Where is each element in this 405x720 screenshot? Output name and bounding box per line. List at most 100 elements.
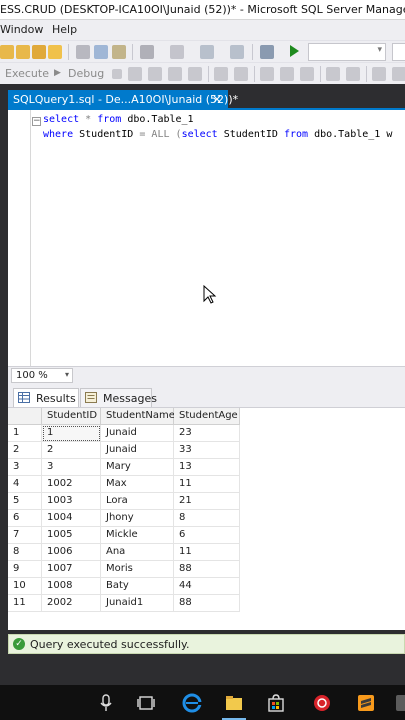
debug-button[interactable]: Debug	[68, 67, 104, 80]
open-file-icon[interactable]	[32, 45, 46, 59]
cell-studentid[interactable]: 1005	[42, 527, 101, 544]
intellisense-icon[interactable]	[188, 67, 202, 81]
new-query-icon[interactable]	[0, 45, 14, 59]
undo-icon[interactable]	[140, 45, 154, 59]
cell-studentname[interactable]: Ana	[101, 544, 174, 561]
cell-studentage[interactable]: 11	[174, 476, 240, 493]
cell-studentid[interactable]: 1004	[42, 510, 101, 527]
query-options-icon[interactable]	[168, 67, 182, 81]
parse-icon[interactable]	[128, 67, 142, 81]
results-grid[interactable]: StudentID StudentName StudentAge 1 1 Junai…	[8, 408, 405, 630]
column-header-studentname[interactable]: StudentName	[101, 408, 175, 425]
cell-studentname[interactable]: Max	[101, 476, 174, 493]
debug-play-icon[interactable]: ▶	[54, 68, 61, 78]
sublime-text-icon[interactable]	[356, 693, 376, 713]
standard-toolbar: ▾	[0, 40, 405, 62]
cell-studentname[interactable]: Moris	[101, 561, 174, 578]
menu-bar: Window Help	[0, 20, 405, 40]
stop-icon[interactable]	[112, 69, 122, 79]
uncomment-icon[interactable]	[346, 67, 360, 81]
results-to-grid-icon[interactable]	[234, 67, 248, 81]
cell-studentid[interactable]: 2	[42, 442, 101, 459]
navigate-back-icon[interactable]	[200, 45, 214, 59]
query-editor[interactable]: − select * from dbo.Table_1 where Studen…	[8, 110, 405, 366]
cell-studentname[interactable]: Junaid	[101, 425, 174, 442]
cell-studentname[interactable]: Junaid1	[101, 595, 174, 612]
cell-studentage[interactable]: 88	[174, 561, 240, 578]
cell-studentage[interactable]: 8	[174, 510, 240, 527]
tab-messages-label: Messages	[103, 392, 157, 405]
results-to-text-icon[interactable]	[214, 67, 228, 81]
tab-sqlquery1[interactable]: SQLQuery1.sql - De...A10OI\Junaid (52))*…	[8, 90, 238, 110]
task-view-icon[interactable]	[136, 693, 156, 713]
menu-window[interactable]: Window	[0, 23, 43, 36]
new-project-icon[interactable]	[16, 45, 30, 59]
include-plan-icon[interactable]	[260, 67, 274, 81]
row-number: 6	[8, 510, 42, 527]
column-header-studentid[interactable]: StudentID	[42, 408, 101, 425]
cell-studentage[interactable]: 88	[174, 595, 240, 612]
cell-studentid[interactable]: 1006	[42, 544, 101, 561]
app-overflow-icon[interactable]	[394, 693, 405, 713]
keyword-where: where	[43, 129, 74, 140]
microphone-icon[interactable]	[96, 693, 116, 713]
outdent-icon[interactable]	[392, 67, 405, 81]
cell-studentid[interactable]: 1003	[42, 493, 101, 510]
toolbar-separator	[208, 66, 209, 82]
cell-studentid[interactable]: 1002	[42, 476, 101, 493]
collapse-icon[interactable]: −	[32, 117, 41, 126]
edge-browser-icon[interactable]	[182, 693, 202, 713]
row-number: 2	[8, 442, 42, 459]
cell-studentid[interactable]: 1	[42, 425, 101, 442]
cell-studentage[interactable]: 21	[174, 493, 240, 510]
cell-studentage[interactable]: 33	[174, 442, 240, 459]
navigate-forward-icon[interactable]	[230, 45, 244, 59]
cell-studentid[interactable]: 2002	[42, 595, 101, 612]
redo-icon[interactable]	[170, 45, 184, 59]
windows-taskbar	[0, 685, 405, 720]
save-icon[interactable]	[48, 45, 62, 59]
copy-icon[interactable]	[94, 45, 108, 59]
cell-studentname[interactable]: Lora	[101, 493, 174, 510]
column-name: StudentID	[223, 129, 278, 140]
menu-help[interactable]: Help	[52, 23, 77, 36]
indent-icon[interactable]	[372, 67, 386, 81]
row-number: 8	[8, 544, 42, 561]
cell-studentname[interactable]: Baty	[101, 578, 174, 595]
close-icon[interactable]: ×	[212, 92, 222, 106]
column-header-studentage[interactable]: StudentAge	[174, 408, 240, 425]
solution-config-combo[interactable]: ▾	[308, 43, 386, 61]
debug-target-icon[interactable]	[260, 45, 274, 59]
cell-studentage[interactable]: 11	[174, 544, 240, 561]
keyword-from: from	[283, 129, 309, 140]
tab-results-label: Results	[36, 392, 76, 405]
zoom-combo[interactable]: 100 % ▾	[11, 368, 73, 383]
client-stats-icon[interactable]	[300, 67, 314, 81]
operator-star: *	[85, 114, 92, 125]
cell-studentage[interactable]: 13	[174, 459, 240, 476]
cell-studentid[interactable]: 1008	[42, 578, 101, 595]
cell-studentid[interactable]: 1007	[42, 561, 101, 578]
cell-studentname[interactable]: Junaid	[101, 442, 174, 459]
cell-studentname[interactable]: Mickle	[101, 527, 174, 544]
comment-icon[interactable]	[326, 67, 340, 81]
app-red-circle-icon[interactable]	[312, 693, 332, 713]
cell-studentname[interactable]: Mary	[101, 459, 174, 476]
cell-studentage[interactable]: 6	[174, 527, 240, 544]
cell-studentid[interactable]: 3	[42, 459, 101, 476]
start-icon[interactable]	[290, 45, 299, 57]
cell-studentage[interactable]: 44	[174, 578, 240, 595]
tab-messages[interactable]: Messages	[80, 388, 157, 407]
store-icon[interactable]	[266, 693, 286, 713]
tab-results[interactable]: Results	[13, 388, 79, 407]
estimated-plan-icon[interactable]	[148, 67, 162, 81]
execute-button[interactable]: Execute	[5, 67, 49, 80]
paste-icon[interactable]	[112, 45, 126, 59]
cut-icon[interactable]	[76, 45, 90, 59]
row-number: 7	[8, 527, 42, 544]
cell-studentage[interactable]: 23	[174, 425, 240, 442]
platform-combo[interactable]	[392, 43, 405, 61]
cell-studentname[interactable]: Jhony	[101, 510, 174, 527]
file-explorer-icon[interactable]	[224, 693, 244, 713]
live-stats-icon[interactable]	[280, 67, 294, 81]
